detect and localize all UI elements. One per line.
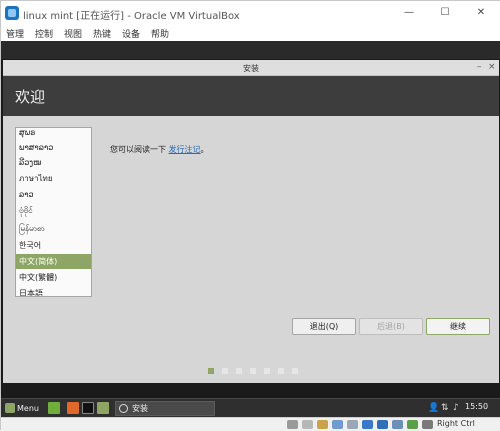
video-capture-icon[interactable] — [392, 420, 403, 429]
host-menu-bar: 管理 控制 视图 热键 设备 帮助 — [1, 25, 500, 41]
network-adapter-icon[interactable] — [332, 420, 343, 429]
progress-dots — [1, 368, 500, 378]
host-window-title: linux mint [正在运行] - Oracle VM VirtualBox — [23, 11, 240, 22]
release-notes-prefix: 您可以阅读一下 — [110, 145, 166, 154]
terminal-icon[interactable] — [82, 402, 94, 414]
files-icon[interactable] — [97, 402, 109, 414]
taskbar-installer-task[interactable]: 安装 — [115, 401, 215, 416]
virtualbox-window: linux mint [正在运行] - Oracle VM VirtualBox… — [0, 0, 500, 431]
language-item[interactable]: 日本語 — [16, 286, 91, 296]
virtualbox-app-icon — [5, 6, 19, 20]
volume-icon[interactable]: ♪ — [453, 402, 459, 414]
menu-help[interactable]: 帮助 — [151, 27, 169, 40]
language-item[interactable]: ລີວງໝ — [16, 155, 91, 170]
guest-taskbar: Menu 安装 👤 ⇅ ♪ 15:50 — [1, 398, 500, 417]
minimize-button[interactable]: — — [399, 4, 419, 22]
page-title: 欢迎 — [15, 88, 46, 106]
progress-dot-2 — [222, 368, 228, 374]
show-desktop-icon[interactable] — [48, 402, 60, 414]
continue-button[interactable]: 继续 — [426, 318, 490, 335]
mouse-integration-icon[interactable] — [422, 420, 433, 429]
language-item[interactable]: ລາວ — [16, 187, 91, 202]
language-item[interactable]: မြန်မာစာ — [16, 221, 91, 236]
display-icon[interactable] — [377, 420, 388, 429]
progress-dot-6 — [278, 368, 284, 374]
language-item[interactable]: ဗုံဗိုင် — [16, 203, 91, 218]
installer-header: 欢迎 — [3, 76, 499, 116]
language-list[interactable]: ສຸພຣ ພາສາລາວ ລີວງໝ ภาษาไทย ລາວ ဗုံဗိုင် … — [15, 127, 92, 297]
language-item[interactable]: ພາສາລາວ — [16, 140, 91, 155]
menu-control[interactable]: 控制 — [35, 27, 53, 40]
mint-logo-icon — [5, 403, 15, 413]
language-item[interactable]: ສຸພຣ — [16, 128, 91, 140]
start-menu-button[interactable]: Menu — [4, 401, 39, 416]
installer-close-button[interactable]: × — [488, 62, 496, 72]
progress-dot-4 — [250, 368, 256, 374]
release-notes-text: 您可以阅读一下 发行注记。 — [110, 144, 209, 155]
guest-screen: 安装 – × 欢迎 ສຸພຣ ພາສາລາວ ລີວງໝ ภาษาไทย ລາວ… — [1, 41, 500, 417]
menu-view[interactable]: 视图 — [64, 27, 82, 40]
language-item[interactable]: ภาษาไทย — [16, 171, 91, 186]
progress-dot-5 — [264, 368, 270, 374]
clock: 15:50 — [465, 402, 489, 411]
installer-body: ສຸພຣ ພາສາລາວ ລີວງໝ ภาษาไทย ລາວ ဗုံဗိုင် … — [3, 116, 499, 383]
audio-icon[interactable] — [317, 420, 328, 429]
menu-devices[interactable]: 设备 — [122, 27, 140, 40]
host-key-label: Right Ctrl — [437, 419, 475, 428]
release-notes-suffix: 。 — [200, 145, 209, 154]
start-menu-label: Menu — [17, 404, 39, 413]
taskbar-task-label: 安装 — [132, 404, 148, 413]
installer-minimize-button[interactable]: – — [477, 62, 482, 72]
firefox-icon[interactable] — [67, 402, 79, 414]
network-icon[interactable]: ⇅ — [441, 402, 449, 414]
installer-title-bar: 安装 – × — [3, 60, 499, 76]
menu-manage[interactable]: 管理 — [6, 27, 24, 40]
cpu-icon[interactable] — [407, 420, 418, 429]
usb-icon[interactable] — [347, 420, 358, 429]
quit-button[interactable]: 退出(Q) — [292, 318, 356, 335]
release-notes-link[interactable]: 发行注记 — [169, 145, 201, 154]
close-button[interactable]: ✕ — [471, 4, 491, 22]
menu-hotkeys[interactable]: 热键 — [93, 27, 111, 40]
language-item[interactable]: 中文(繁體) — [16, 270, 91, 285]
guest-desktop-strip — [1, 41, 500, 59]
installer-window-title: 安装 — [243, 64, 259, 73]
progress-dot-7 — [292, 368, 298, 374]
user-icon[interactable]: 👤 — [428, 402, 439, 414]
language-item[interactable]: 한국어 — [16, 238, 91, 253]
host-title-bar: linux mint [正在运行] - Oracle VM VirtualBox… — [1, 1, 500, 25]
language-item-selected[interactable]: 中文(简体) — [16, 254, 91, 269]
progress-dot-3 — [236, 368, 242, 374]
back-button[interactable]: 后退(B) — [359, 318, 423, 335]
shared-folders-icon[interactable] — [362, 420, 373, 429]
hard-disk-icon[interactable] — [287, 420, 298, 429]
maximize-button[interactable]: ☐ — [435, 4, 455, 22]
installer-task-icon — [119, 404, 128, 413]
progress-dot-1 — [208, 368, 214, 374]
host-status-bar: Right Ctrl — [1, 417, 500, 431]
installer-window: 安装 – × 欢迎 ສຸພຣ ພາສາລາວ ລີວງໝ ภาษาไทย ລາວ… — [3, 60, 499, 383]
optical-drive-icon[interactable] — [302, 420, 313, 429]
